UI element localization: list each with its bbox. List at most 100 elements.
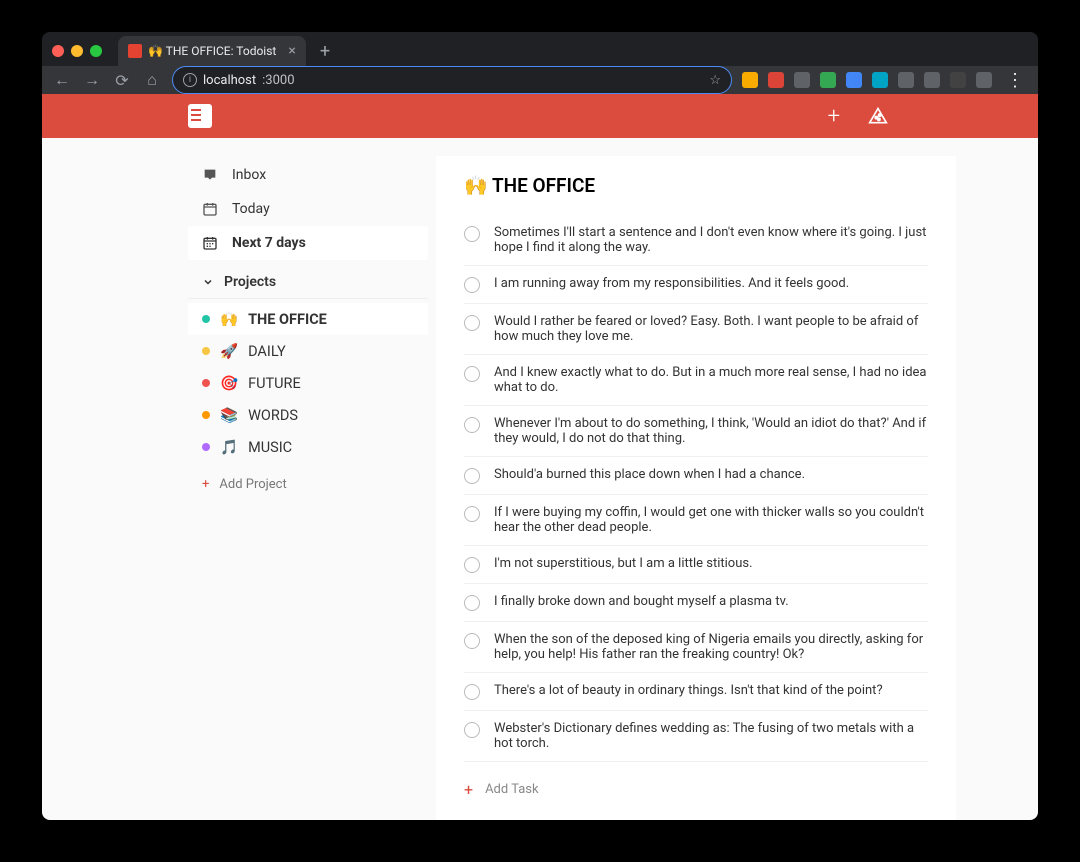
task-text: When the son of the deposed king of Nige… (494, 632, 928, 662)
project-title: 🙌 THE OFFICE (464, 174, 928, 197)
new-tab-button[interactable]: + (314, 41, 336, 62)
task-text: Webster's Dictionary defines wedding as:… (494, 721, 928, 751)
project-color-dot (202, 379, 210, 387)
task-text: I am running away from my responsibiliti… (494, 276, 849, 293)
sidebar-project-the-office[interactable]: 🙌THE OFFICE (188, 303, 428, 335)
extension-icon[interactable] (794, 72, 810, 88)
project-title-text: THE OFFICE (492, 174, 595, 197)
extension-icon[interactable] (742, 72, 758, 88)
task-row[interactable]: Whenever I'm about to do something, I th… (464, 406, 928, 457)
project-emoji: 🚀 (220, 343, 238, 360)
task-row[interactable]: There's a lot of beauty in ordinary thin… (464, 673, 928, 711)
next7-label: Next 7 days (232, 235, 306, 251)
task-text: I finally broke down and bought myself a… (494, 594, 789, 611)
extension-icon[interactable] (898, 72, 914, 88)
projects-label: Projects (224, 274, 276, 290)
address-bar[interactable]: i localhost:3000 ☆ (172, 66, 732, 94)
window-controls (52, 45, 102, 57)
task-row[interactable]: Webster's Dictionary defines wedding as:… (464, 711, 928, 762)
add-task-button[interactable]: + Add Task (464, 762, 928, 799)
home-button[interactable]: ⌂ (142, 70, 162, 90)
task-checkbox[interactable] (464, 633, 480, 649)
project-emoji: 📚 (220, 407, 238, 424)
chevron-down-icon (202, 276, 214, 288)
task-checkbox[interactable] (464, 684, 480, 700)
project-emoji: 🎯 (220, 375, 238, 392)
task-checkbox[interactable] (464, 595, 480, 611)
extension-icon[interactable] (950, 72, 966, 88)
today-icon (202, 201, 220, 217)
task-checkbox[interactable] (464, 315, 480, 331)
sidebar-project-music[interactable]: 🎵MUSIC (188, 431, 428, 463)
task-text: If I were buying my coffin, I would get … (494, 505, 928, 535)
site-info-icon[interactable]: i (183, 73, 197, 87)
task-checkbox[interactable] (464, 722, 480, 738)
project-emoji: 🎵 (220, 439, 238, 456)
reload-button[interactable]: ⟳ (112, 71, 132, 90)
project-color-dot (202, 411, 210, 419)
project-color-dot (202, 347, 210, 355)
sidebar-item-inbox[interactable]: Inbox (188, 158, 428, 192)
task-row[interactable]: Should'a burned this place down when I h… (464, 457, 928, 495)
tab-strip: 🙌 THE OFFICE: Todoist × + (42, 32, 1038, 66)
maximize-window-button[interactable] (90, 45, 102, 57)
sidebar-project-words[interactable]: 📚WORDS (188, 399, 428, 431)
task-list: Sometimes I'll start a sentence and I do… (464, 215, 928, 762)
task-checkbox[interactable] (464, 366, 480, 382)
task-checkbox[interactable] (464, 417, 480, 433)
extension-icon[interactable] (846, 72, 862, 88)
extension-icon[interactable] (976, 72, 992, 88)
forward-button[interactable]: → (82, 70, 102, 90)
project-title-emoji: 🙌 (464, 174, 488, 197)
task-checkbox[interactable] (464, 557, 480, 573)
project-name: FUTURE (248, 375, 301, 392)
project-view: 🙌 THE OFFICE Sometimes I'll start a sent… (436, 156, 956, 820)
task-checkbox[interactable] (464, 506, 480, 522)
inbox-label: Inbox (232, 167, 266, 183)
task-text: Sometimes I'll start a sentence and I do… (494, 225, 928, 255)
plus-icon: + (202, 477, 209, 492)
sidebar-item-next7[interactable]: Next 7 days (188, 226, 428, 260)
sidebar: Inbox Today Next 7 days (188, 138, 428, 820)
task-row[interactable]: Sometimes I'll start a sentence and I do… (464, 215, 928, 266)
task-row[interactable]: I'm not superstitious, but I am a little… (464, 546, 928, 584)
close-window-button[interactable] (52, 45, 64, 57)
task-row[interactable]: When the son of the deposed king of Nige… (464, 622, 928, 673)
project-name: DAILY (248, 343, 286, 360)
pizza-icon[interactable] (868, 106, 888, 126)
browser-menu-button[interactable]: ⋮ (1002, 70, 1028, 91)
extension-icon[interactable] (820, 72, 836, 88)
extension-icon[interactable] (924, 72, 940, 88)
plus-icon: + (464, 780, 473, 799)
minimize-window-button[interactable] (71, 45, 83, 57)
task-checkbox[interactable] (464, 226, 480, 242)
sidebar-project-future[interactable]: 🎯 FUTURE (188, 367, 428, 399)
url-host: localhost (203, 73, 256, 88)
close-tab-icon[interactable]: × (288, 43, 295, 59)
task-row[interactable]: I finally broke down and bought myself a… (464, 584, 928, 622)
projects-header[interactable]: Projects (188, 260, 428, 294)
project-list: 🙌THE OFFICE 🚀 DAILY 🎯 FUTURE 📚WORDS🎵MUSIC (188, 303, 428, 463)
task-checkbox[interactable] (464, 277, 480, 293)
project-emoji: 🙌 (220, 311, 238, 328)
back-button[interactable]: ← (52, 70, 72, 90)
browser-tab[interactable]: 🙌 THE OFFICE: Todoist × (118, 36, 306, 66)
task-row[interactable]: And I knew exactly what to do. But in a … (464, 355, 928, 406)
extension-icon[interactable] (768, 72, 784, 88)
quick-add-button[interactable]: + (828, 104, 840, 129)
app-logo[interactable] (188, 104, 212, 128)
app-columns: Inbox Today Next 7 days (42, 138, 1038, 820)
project-color-dot (202, 443, 210, 451)
extension-icon[interactable] (872, 72, 888, 88)
task-row[interactable]: I am running away from my responsibiliti… (464, 266, 928, 304)
bookmark-star-icon[interactable]: ☆ (709, 73, 721, 88)
task-checkbox[interactable] (464, 468, 480, 484)
sidebar-project-daily[interactable]: 🚀 DAILY (188, 335, 428, 367)
task-row[interactable]: If I were buying my coffin, I would get … (464, 495, 928, 546)
project-color-dot (202, 315, 210, 323)
task-row[interactable]: Would I rather be feared or loved? Easy.… (464, 304, 928, 355)
add-project-button[interactable]: + Add Project (188, 463, 428, 506)
sidebar-item-today[interactable]: Today (188, 192, 428, 226)
tab-favicon (128, 44, 142, 58)
task-text: Would I rather be feared or loved? Easy.… (494, 314, 928, 344)
